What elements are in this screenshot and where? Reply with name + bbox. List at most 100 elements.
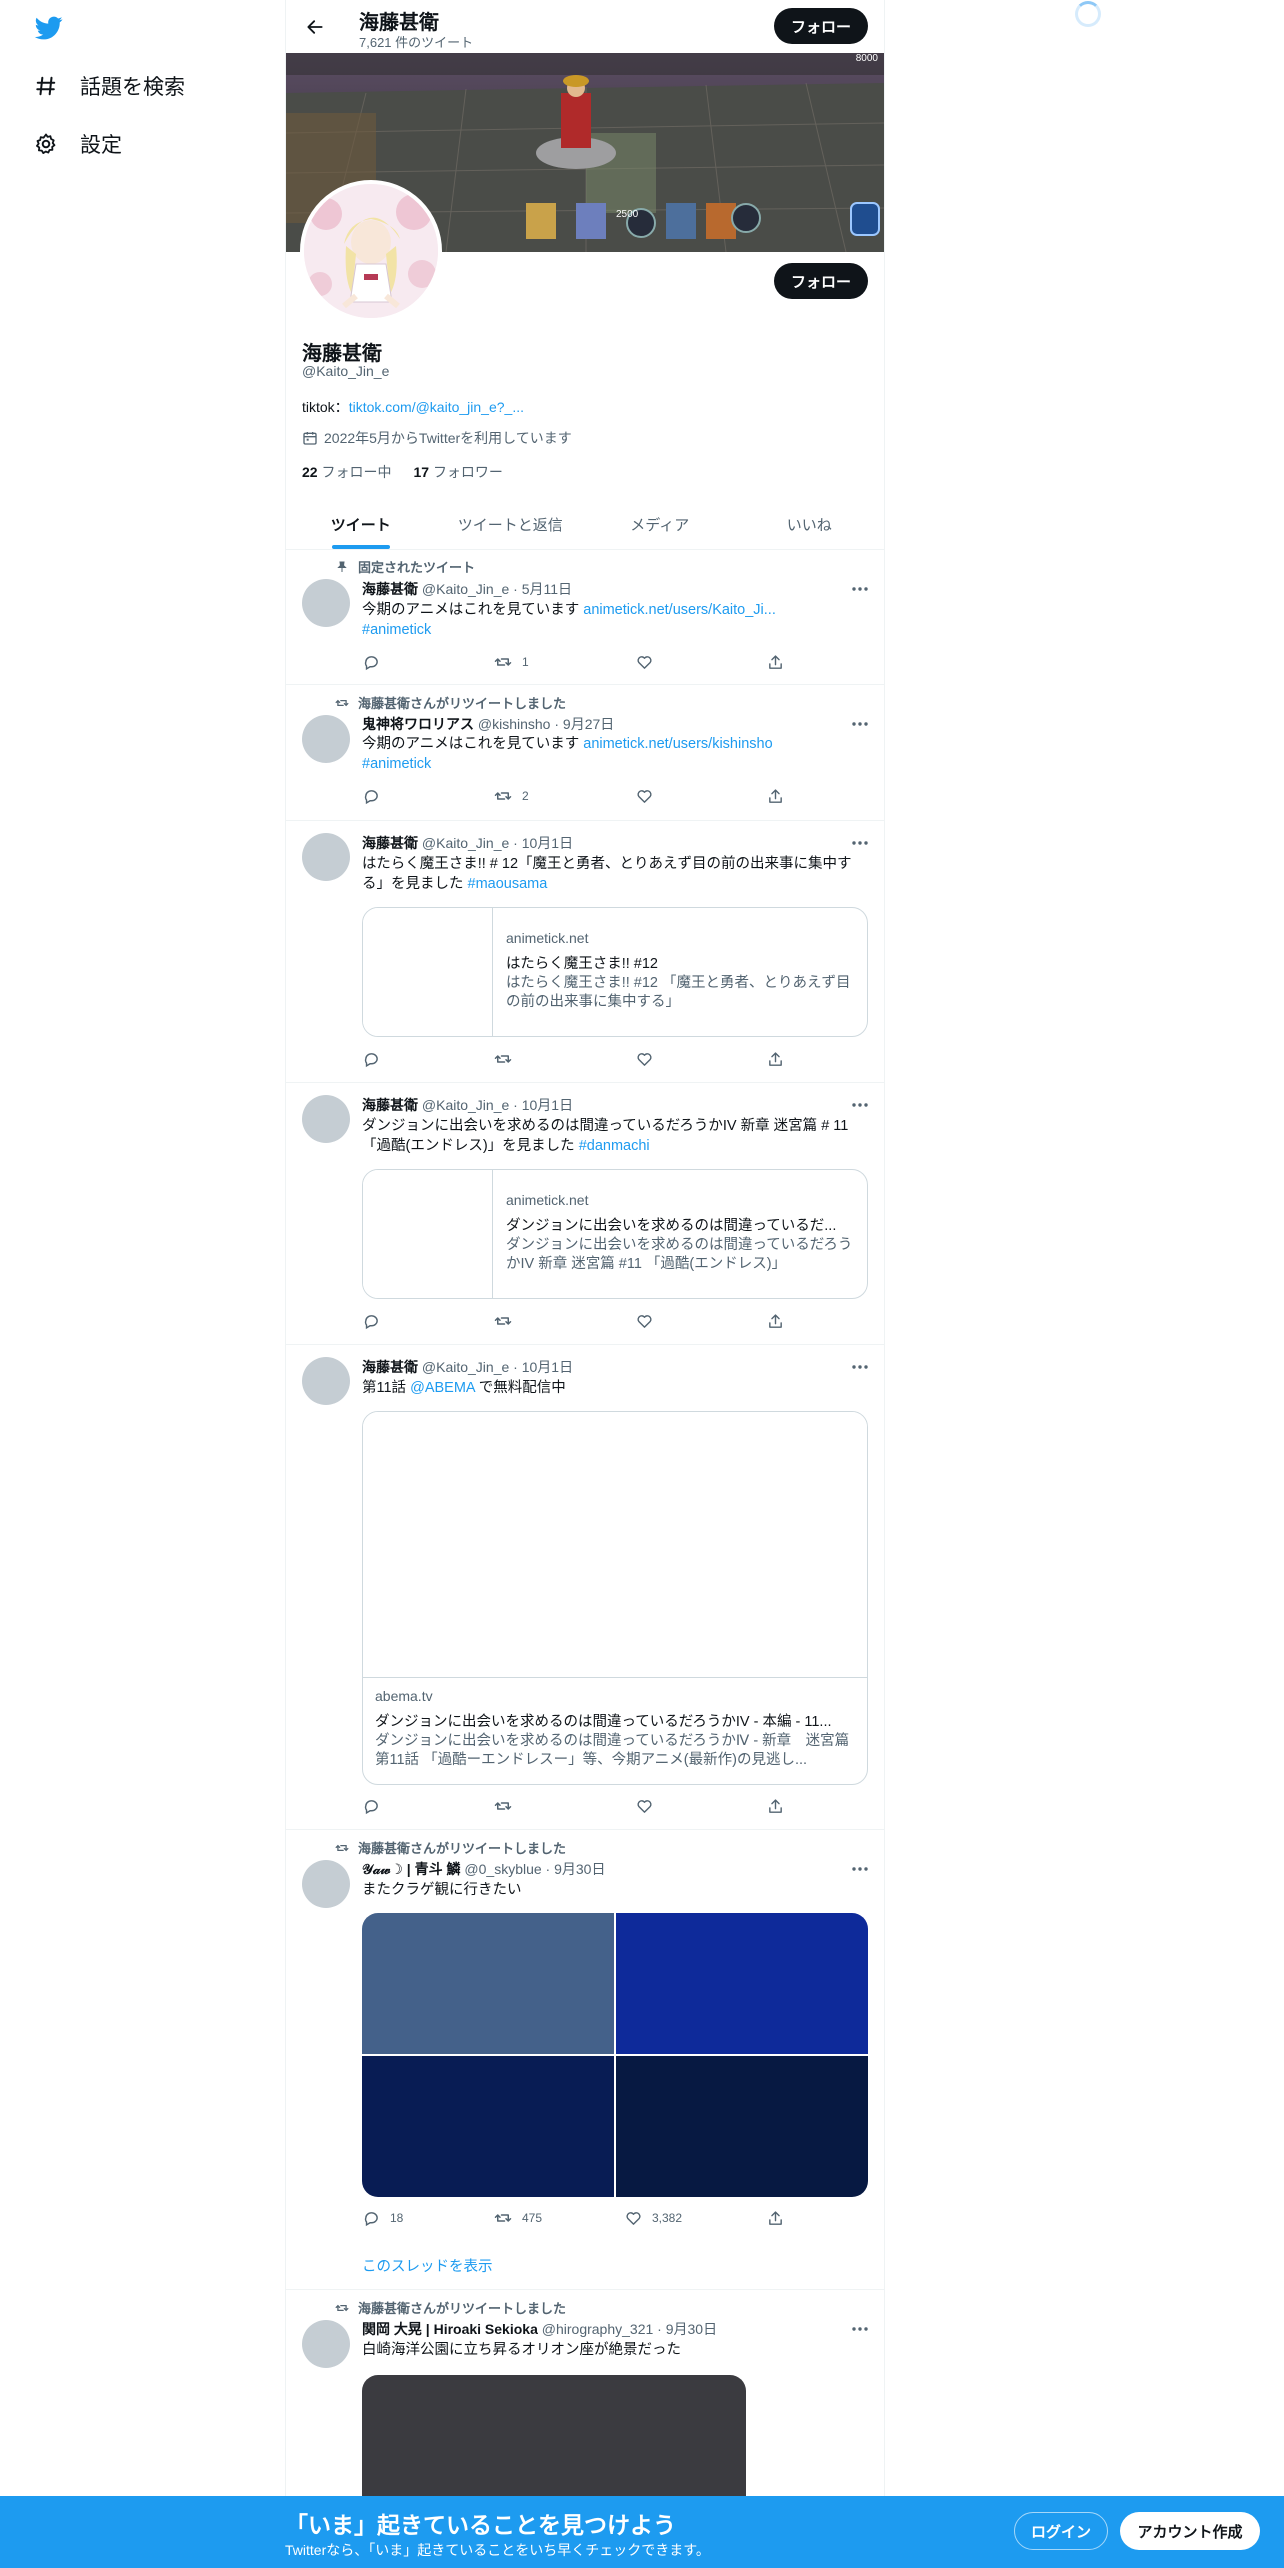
card-thumbnail [363,908,493,1036]
tweet-meta[interactable]: @Kaito_Jin_e · 10月1日 [422,835,573,851]
link-card-large[interactable]: abema.tv ダンジョンに出会いを求めるのは間違っているだろうかIV - 本… [362,1411,868,1785]
tweet-meta[interactable]: @Kaito_Jin_e · 10月1日 [422,1359,573,1375]
profile-follow-button[interactable]: フォロー [774,263,868,299]
like-button[interactable] [635,653,663,671]
avatar[interactable] [302,1095,350,1143]
tweet-meta[interactable]: @kishinsho · 9月27日 [478,716,614,732]
avatar[interactable] [302,579,350,627]
twitter-bird-icon[interactable] [33,14,65,42]
photo-2[interactable] [616,1913,868,2054]
author-name[interactable]: 海藤甚衛 [362,1359,418,1375]
retweet-button[interactable]: 2 [494,787,529,805]
tweet-meta[interactable]: @0_skyblue · 9月30日 [464,1861,605,1877]
reply-button[interactable] [362,1797,390,1815]
author-name[interactable]: 海藤甚衛 [362,835,418,851]
retweet-button[interactable] [494,1797,522,1815]
retweet-button[interactable]: 1 [494,653,529,671]
tweet-body: 今期のアニメはこれを見ています [362,602,584,618]
nav-settings-label: 設定 [80,134,122,157]
nav-settings[interactable]: 設定 [34,124,122,164]
avatar[interactable] [302,2320,350,2368]
tweet[interactable]: 海藤甚衛 @Kaito_Jin_e · 10月1日 ダンジョンに出会いを求めるの… [286,1083,884,1345]
card-title: ダンジョンに出会いを求めるのは間違っているだ... [506,1218,837,1234]
author-name[interactable]: 𝒴𝒶𝓌☽ | 青斗 鱗 [362,1861,461,1877]
author-name[interactable]: 海藤甚衛 [362,1097,418,1113]
tweet-link[interactable]: animetick.net/users/Kaito_Ji... [583,602,776,618]
link-card[interactable]: animetick.net ダンジョンに出会いを求めるのは間違っているだ... … [362,1169,868,1299]
hashtag[interactable]: #animetick [362,622,431,638]
pinned-indicator: 固定されたツイート [334,557,475,576]
author-name[interactable]: 鬼神将ワロリアス [362,716,474,732]
like-button[interactable]: 3,382 [624,2209,682,2227]
like-button[interactable] [635,1050,663,1068]
nav-explore[interactable]: 話題を検索 [34,66,185,106]
bio-text: tiktok： [302,399,349,415]
avatar[interactable] [302,833,350,881]
more-icon[interactable] [850,833,870,853]
bio-tiktok-link[interactable]: tiktok.com/@kaito_jin_e?_... [349,399,524,415]
avatar[interactable] [302,1357,350,1405]
tab-likes[interactable]: いいね [735,500,885,549]
share-button[interactable] [766,1050,794,1068]
login-button[interactable]: ログイン [1014,2512,1108,2550]
tweet-meta[interactable]: @Kaito_Jin_e · 10月1日 [422,1097,573,1113]
tweet[interactable]: 海藤甚衛 @Kaito_Jin_e · 10月1日 第11話 @ABEMA で無… [286,1345,884,1830]
avatar[interactable] [302,715,350,763]
hashtag[interactable]: #maousama [468,876,548,892]
share-button[interactable] [766,1797,794,1815]
header-follow-button[interactable]: フォロー [774,8,868,44]
mention-link[interactable]: @ABEMA [410,1380,475,1396]
reply-button[interactable] [362,1050,390,1068]
back-button[interactable] [298,10,332,44]
like-button[interactable] [635,1797,663,1815]
followers-link[interactable]: 17 フォロワー [413,462,502,482]
hashtag[interactable]: #animetick [362,756,431,772]
signup-button[interactable]: アカウント作成 [1120,2512,1260,2550]
tweet[interactable]: 固定されたツイート 海藤甚衛 @Kaito_Jin_e · 5月11日 今期のア… [286,551,884,685]
tweet[interactable]: 海藤甚衛 @Kaito_Jin_e · 10月1日 はたらく魔王さま!! # 1… [286,821,884,1083]
reply-button[interactable]: 18 [362,2209,403,2227]
link-card[interactable]: animetick.net はたらく魔王さま!! #12 はたらく魔王さま!! … [362,907,868,1037]
retweet-button[interactable] [494,1050,522,1068]
tab-media[interactable]: メディア [585,500,735,549]
tweet-meta[interactable]: @Kaito_Jin_e · 5月11日 [422,581,572,597]
reply-button[interactable] [362,787,390,805]
tab-tweets-and-replies[interactable]: ツイートと返信 [436,500,586,549]
retweet-button[interactable] [494,1312,522,1330]
more-icon[interactable] [850,2319,870,2339]
following-link[interactable]: 22 フォロー中 [302,462,391,482]
profile-avatar[interactable] [300,180,442,322]
more-icon[interactable] [850,1095,870,1115]
followers-label: フォロワー [432,464,503,480]
card-image [363,1412,867,1678]
photo-3[interactable] [362,2056,614,2197]
photo-1[interactable] [362,1913,614,2054]
heart-icon [635,1050,653,1068]
share-button[interactable] [766,2209,794,2227]
author-name[interactable]: 海藤甚衛 [362,581,418,597]
more-icon[interactable] [850,714,870,734]
more-icon[interactable] [850,1859,870,1879]
more-icon[interactable] [850,579,870,599]
share-button[interactable] [766,1312,794,1330]
share-button[interactable] [766,787,794,805]
tweet[interactable]: 海藤甚衛さんがリツイートしました 鬼神将ワロリアス @kishinsho · 9… [286,685,884,821]
reply-button[interactable] [362,653,390,671]
like-button[interactable] [635,787,663,805]
following-count: 22 [302,464,318,480]
reply-button[interactable] [362,1312,390,1330]
photo-4[interactable] [616,2056,868,2197]
retweet-button[interactable]: 475 [494,2209,542,2227]
author-name[interactable]: 関岡 大晃 | Hiroaki Sekioka [362,2321,538,2337]
card-domain: animetick.net [506,930,589,946]
share-button[interactable] [766,653,794,671]
show-thread-link[interactable]: このスレッドを表示 [362,2255,493,2276]
like-button[interactable] [635,1312,663,1330]
tweet[interactable]: 海藤甚衛さんがリツイートしました 𝒴𝒶𝓌☽ | 青斗 鱗 @0_skyblue … [286,1830,884,2290]
tweet-link[interactable]: animetick.net/users/kishinsho [583,736,772,752]
more-icon[interactable] [850,1357,870,1377]
tweet-meta[interactable]: @hirography_321 · 9月30日 [542,2321,717,2337]
avatar[interactable] [302,1860,350,1908]
hashtag[interactable]: #danmachi [579,1138,650,1154]
tab-tweets[interactable]: ツイート [286,500,436,549]
